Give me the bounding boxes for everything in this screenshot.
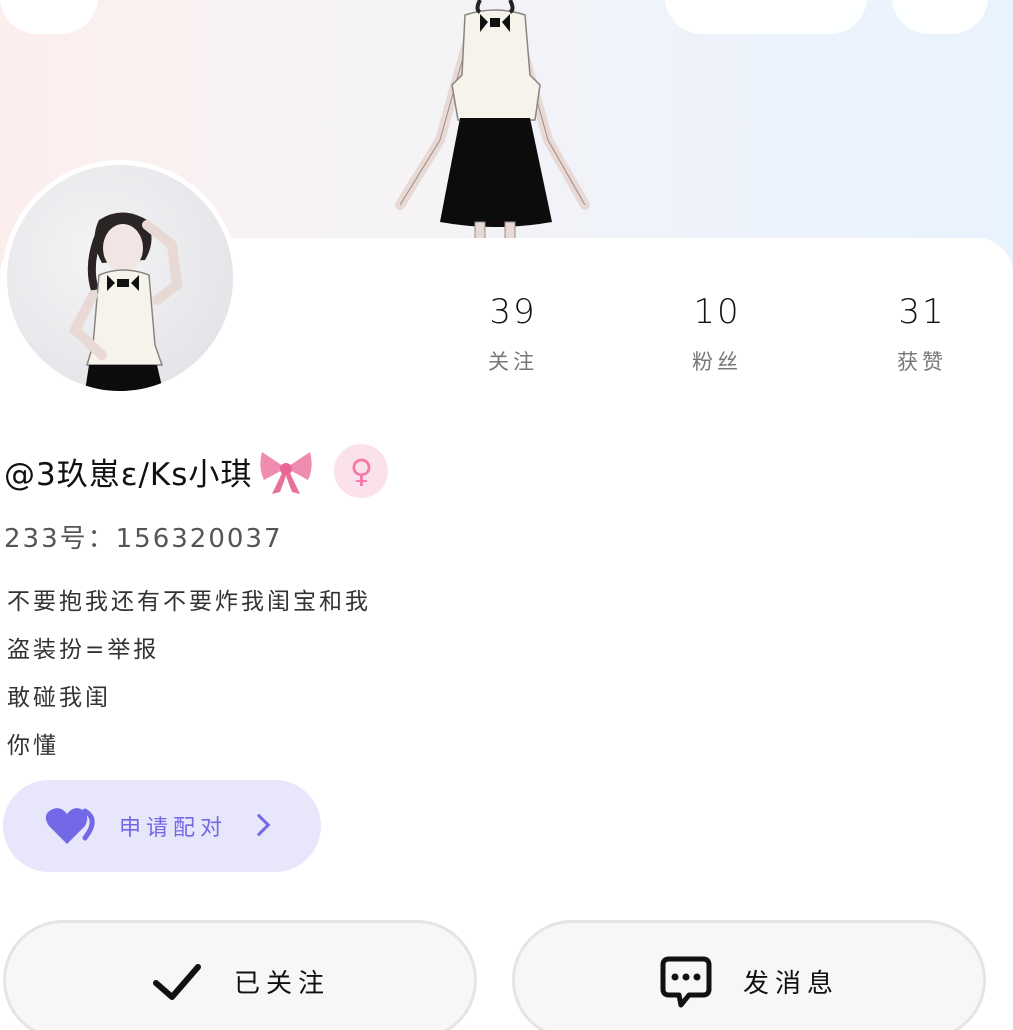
user-id[interactable]: 233号：156320037 bbox=[4, 518, 283, 555]
avatar-image bbox=[68, 212, 183, 391]
send-message-label: 发消息 bbox=[742, 969, 839, 999]
username: @3玖崽ɛ/Ks小琪 bbox=[4, 456, 253, 493]
chat-bubble-icon bbox=[660, 956, 712, 1008]
stat-likes[interactable]: 31 获赞 bbox=[832, 292, 1012, 376]
more-button[interactable] bbox=[892, 0, 988, 34]
stat-likes-count: 31 bbox=[898, 292, 946, 332]
chevron-right-icon bbox=[247, 813, 271, 837]
send-message-button[interactable]: 发消息 bbox=[512, 920, 986, 1030]
bio-line: 不要抱我还有不要炸我闺宝和我 bbox=[7, 589, 371, 615]
username-row: @3玖崽ɛ/Ks小琪 ♀ bbox=[4, 444, 389, 498]
stat-following[interactable]: 39 关注 bbox=[423, 292, 603, 376]
stat-following-label: 关注 bbox=[488, 350, 538, 374]
check-icon bbox=[152, 964, 201, 1000]
followed-label: 已关注 bbox=[233, 969, 330, 999]
user-id-value: 156320037 bbox=[115, 524, 283, 554]
bio-line: 盗装扮=举报 bbox=[7, 637, 160, 663]
bow-icon bbox=[260, 452, 313, 494]
banner-action-button[interactable] bbox=[665, 0, 867, 34]
followed-button[interactable]: 已关注 bbox=[3, 920, 477, 1030]
avatar[interactable] bbox=[2, 160, 238, 396]
heart-icon bbox=[45, 808, 95, 844]
stat-following-count: 39 bbox=[489, 292, 537, 332]
character-model bbox=[395, 0, 590, 240]
apply-pair-button[interactable]: 申请配对 bbox=[3, 780, 321, 872]
stats-row: 39 关注 10 粉丝 31 获赞 bbox=[420, 292, 1013, 392]
gender-badge: ♀ bbox=[334, 444, 389, 498]
stat-likes-label: 获赞 bbox=[897, 350, 947, 374]
stat-followers[interactable]: 10 粉丝 bbox=[627, 292, 807, 376]
apply-pair-label: 申请配对 bbox=[119, 816, 228, 841]
bio: 不要抱我还有不要炸我闺宝和我 盗装扮=举报 敢碰我闺 你懂 bbox=[7, 578, 467, 770]
user-id-label: 233号： bbox=[4, 524, 116, 554]
female-icon: ♀ bbox=[349, 452, 374, 490]
back-button[interactable] bbox=[0, 0, 98, 34]
stat-followers-count: 10 bbox=[693, 292, 741, 332]
bio-line: 你懂 bbox=[7, 733, 59, 759]
stat-followers-label: 粉丝 bbox=[692, 350, 742, 374]
bio-line: 敢碰我闺 bbox=[7, 685, 111, 711]
